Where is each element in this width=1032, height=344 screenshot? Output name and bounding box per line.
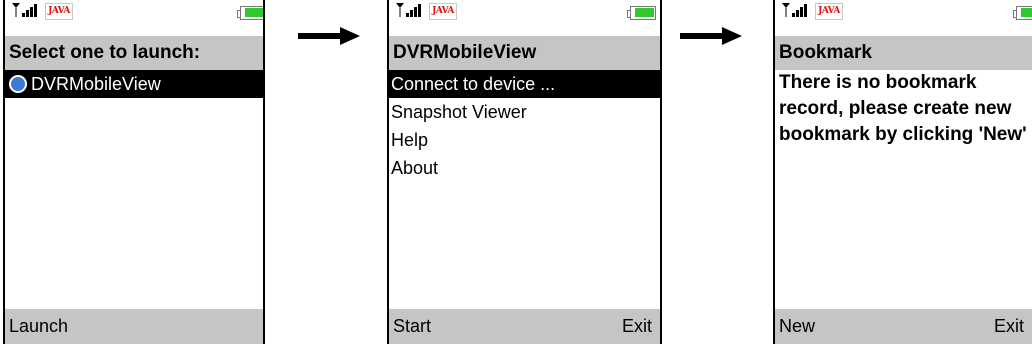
phone-screen-bookmark: JAVA Bookmark There is no bookmark recor… — [773, 0, 1032, 344]
menu-item-connect[interactable]: Connect to device ... — [389, 70, 660, 98]
exit-softkey[interactable]: Exit — [994, 309, 1024, 344]
screen-title: Bookmark — [775, 36, 1032, 70]
signal-icon — [12, 3, 37, 17]
exit-softkey[interactable]: Exit — [622, 309, 652, 344]
menu-item-about[interactable]: About — [389, 154, 660, 182]
battery-icon — [1013, 6, 1032, 20]
softkey-bar: Launch — [5, 309, 263, 344]
arrow-right-icon — [680, 27, 742, 45]
list-item-label: DVRMobileView — [31, 74, 161, 94]
main-menu: Connect to device ... Snapshot Viewer He… — [389, 70, 660, 182]
softkey-bar: New Exit — [775, 309, 1032, 344]
phone-screen-launcher: JAVA Select one to launch: DVRMobileView… — [3, 0, 265, 344]
battery-icon — [237, 6, 263, 20]
launch-softkey[interactable]: Launch — [9, 309, 68, 344]
menu-item-snapshot-viewer[interactable]: Snapshot Viewer — [389, 98, 660, 126]
arrow-right-icon — [298, 27, 360, 45]
softkey-bar: Start Exit — [389, 309, 660, 344]
signal-icon — [396, 3, 421, 17]
screen-title: Select one to launch: — [5, 36, 263, 70]
status-bar: JAVA — [5, 0, 263, 36]
java-logo: JAVA — [45, 3, 73, 20]
app-icon — [9, 75, 27, 93]
menu-item-help[interactable]: Help — [389, 126, 660, 154]
status-bar: JAVA — [775, 0, 1032, 36]
app-list: DVRMobileView — [5, 70, 263, 98]
status-bar: JAVA — [389, 0, 660, 36]
start-softkey[interactable]: Start — [393, 309, 431, 344]
phone-screen-main-menu: JAVA DVRMobileView Connect to device ...… — [387, 0, 662, 344]
new-softkey[interactable]: New — [779, 309, 815, 344]
list-item-dvrmobileview[interactable]: DVRMobileView — [5, 70, 263, 98]
java-logo: JAVA — [815, 3, 843, 20]
battery-icon — [627, 6, 656, 20]
screen-title: DVRMobileView — [389, 36, 660, 70]
java-logo: JAVA — [429, 3, 457, 20]
empty-bookmark-message: There is no bookmark record, please crea… — [779, 72, 1027, 145]
signal-icon — [782, 3, 807, 17]
